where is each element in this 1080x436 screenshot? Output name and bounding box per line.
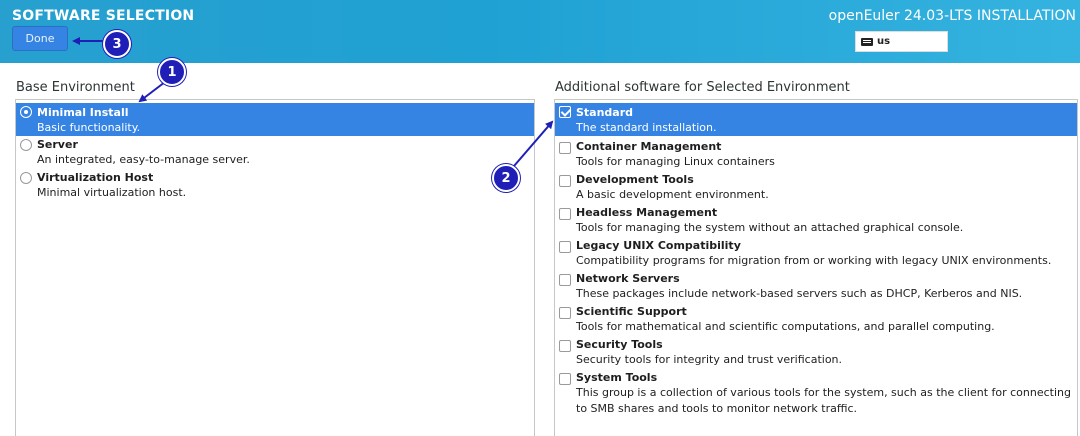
- header-bar: SOFTWARE SELECTION openEuler 24.03-LTS I…: [0, 0, 1080, 63]
- addon-description: This group is a collection of various to…: [576, 386, 1071, 415]
- addon-description: The standard installation.: [576, 121, 717, 134]
- environment-description: An integrated, easy-to-manage server.: [37, 153, 250, 166]
- done-button[interactable]: Done: [12, 26, 68, 51]
- page-title: SOFTWARE SELECTION: [12, 8, 195, 24]
- environment-description: Minimal virtualization host.: [37, 186, 187, 199]
- environment-virtualization-host[interactable]: Virtualization Host Minimal virtualizati…: [16, 169, 534, 202]
- checkbox[interactable]: [559, 175, 571, 187]
- checkbox[interactable]: [559, 274, 571, 286]
- addon-legacy-unix-compatibility[interactable]: Legacy UNIX Compatibility Compatibility …: [555, 238, 1077, 271]
- addon-description: Compatibility programs for migration fro…: [576, 254, 1052, 267]
- base-environment-list: Minimal Install Basic functionality. Ser…: [15, 99, 535, 436]
- environment-name: Minimal Install: [37, 106, 129, 119]
- keyboard-layout-indicator[interactable]: us: [855, 31, 948, 52]
- checkbox[interactable]: [559, 106, 571, 118]
- product-title: openEuler 24.03-LTS INSTALLATION: [828, 8, 1076, 24]
- addon-name: Headless Management: [576, 206, 718, 219]
- additional-software-list: Standard The standard installation. Cont…: [554, 99, 1078, 436]
- checkbox[interactable]: [559, 142, 571, 154]
- checkbox[interactable]: [559, 241, 571, 253]
- addon-name: Container Management: [576, 140, 722, 153]
- addon-description: Tools for mathematical and scientific co…: [576, 320, 995, 333]
- checkbox[interactable]: [559, 340, 571, 352]
- environment-description: Basic functionality.: [37, 121, 141, 134]
- addon-name: Security Tools: [576, 338, 663, 351]
- addon-name: Standard: [576, 106, 634, 119]
- environment-name: Virtualization Host: [37, 171, 154, 184]
- addon-standard[interactable]: Standard The standard installation.: [555, 103, 1077, 136]
- radio-button[interactable]: [20, 106, 32, 118]
- addon-description: Security tools for integrity and trust v…: [576, 353, 843, 366]
- addon-network-servers[interactable]: Network Servers These packages include n…: [555, 271, 1077, 304]
- checkbox[interactable]: [559, 208, 571, 220]
- addon-headless-management[interactable]: Headless Management Tools for managing t…: [555, 205, 1077, 238]
- addon-development-tools[interactable]: Development Tools A basic development en…: [555, 172, 1077, 205]
- additional-software-label: Additional software for Selected Environ…: [555, 80, 850, 95]
- addon-name: Scientific Support: [576, 305, 687, 318]
- addon-description: These packages include network-based ser…: [576, 287, 1023, 300]
- callout-2: 2: [492, 164, 520, 192]
- environment-server[interactable]: Server An integrated, easy-to-manage ser…: [16, 136, 534, 169]
- callout-3: 3: [103, 30, 131, 58]
- keyboard-layout-label: us: [877, 36, 891, 47]
- checkbox[interactable]: [559, 307, 571, 319]
- environment-minimal-install[interactable]: Minimal Install Basic functionality.: [16, 103, 534, 136]
- addon-description: A basic development environment.: [576, 188, 769, 201]
- callout-1: 1: [158, 58, 186, 86]
- checkbox[interactable]: [559, 373, 571, 385]
- addon-system-tools[interactable]: System Tools This group is a collection …: [555, 370, 1077, 418]
- addon-scientific-support[interactable]: Scientific Support Tools for mathematica…: [555, 304, 1077, 337]
- base-environment-label: Base Environment: [16, 80, 135, 95]
- addon-name: Legacy UNIX Compatibility: [576, 239, 741, 252]
- radio-button[interactable]: [20, 139, 32, 151]
- keyboard-icon: [861, 37, 873, 46]
- addon-description: Tools for managing Linux containers: [576, 155, 775, 168]
- addon-container-management[interactable]: Container Management Tools for managing …: [555, 139, 1077, 172]
- radio-button[interactable]: [20, 172, 32, 184]
- addon-description: Tools for managing the system without an…: [576, 221, 964, 234]
- addon-security-tools[interactable]: Security Tools Security tools for integr…: [555, 337, 1077, 370]
- environment-name: Server: [37, 138, 78, 151]
- addon-name: Development Tools: [576, 173, 694, 186]
- addon-name: Network Servers: [576, 272, 680, 285]
- addon-name: System Tools: [576, 371, 658, 384]
